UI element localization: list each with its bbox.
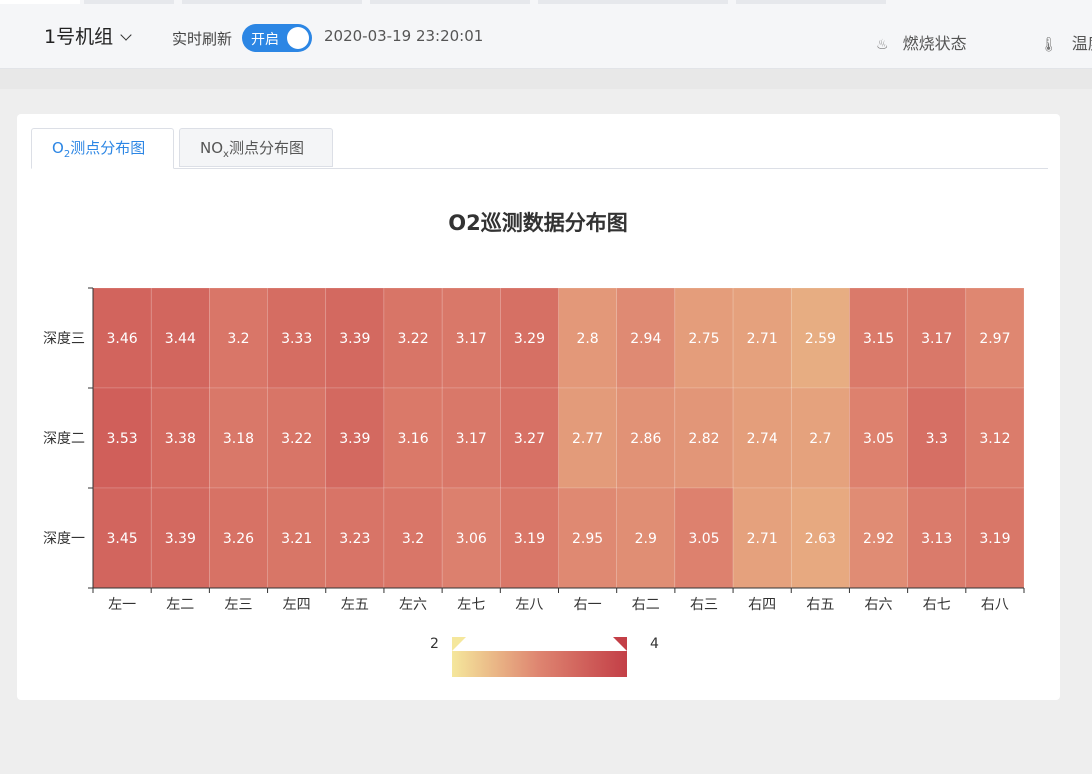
visual-map-min-label: 2 (430, 636, 439, 652)
x-tick-label: 右七 (923, 597, 951, 613)
heatmap-cell-label: 3.12 (979, 431, 1010, 447)
heatmap-cell-label: 3.3 (926, 431, 948, 447)
heatmap-cell-label: 2.75 (688, 331, 719, 347)
x-tick-label: 右一 (574, 597, 602, 613)
heatmap-cell-label: 3.17 (456, 331, 487, 347)
heatmap-cell-label: 3.44 (165, 331, 196, 347)
heatmap-cell-label: 2.97 (979, 331, 1010, 347)
flame-icon: ♨ (876, 37, 889, 53)
heatmap-cell-label: 3.16 (397, 431, 428, 447)
heatmap-cell-label: 2.9 (635, 531, 657, 547)
x-tick-label: 左八 (515, 597, 543, 613)
heatmap-cell-label: 3.17 (921, 331, 952, 347)
toggle-knob (287, 27, 309, 49)
refresh-toggle[interactable]: 开启 (242, 24, 312, 52)
x-tick-label: 右六 (865, 597, 893, 613)
x-tick-label: 左五 (341, 597, 369, 613)
visual-map-bar (452, 651, 627, 677)
unit-selector-label: 1号机组 (44, 26, 114, 48)
refresh-label: 实时刷新 (172, 30, 233, 48)
heatmap-cell-label: 3.39 (165, 531, 196, 547)
temperature-link[interactable]: 🌡 温度 (1040, 30, 1092, 54)
heatmap-cell-label: 2.63 (805, 531, 836, 547)
heatmap-cell-label: 2.59 (805, 331, 836, 347)
unit-selector[interactable]: 1号机组 (44, 22, 132, 49)
o2-heatmap-chart: O2巡测数据分布图3.46 3.44 3.2 3.33 3.39 3.22 3.17 3.29… (43, 211, 1025, 677)
toolbar-band (0, 69, 1092, 89)
heatmap-cell-label: 2.77 (572, 431, 603, 447)
y-tick-label: 深度三 (43, 331, 85, 347)
x-tick-label: 左三 (224, 597, 252, 613)
heatmap-cell-label: 3.19 (514, 531, 545, 547)
heatmap-cell-label: 3.26 (223, 531, 254, 547)
heatmap-cell-label: 3.21 (281, 531, 312, 547)
chart-title: O2巡测数据分布图 (448, 211, 627, 235)
heatmap-cell-label: 3.19 (979, 531, 1010, 547)
browser-tab-strip (0, 0, 1092, 4)
x-tick-label: 左一 (108, 597, 136, 613)
heatmap-cell-label: 2.82 (688, 431, 719, 447)
chart-card: O2测点分布图 NOx测点分布图 O2巡测数据分布图 3.46 3.44 3.2 3.3… (17, 114, 1060, 700)
x-tick-label: 右三 (690, 597, 718, 613)
heatmap-cell-label: 2.95 (572, 531, 603, 547)
x-tick-label: 左七 (457, 597, 485, 613)
heatmap-cell-label: 2.86 (630, 431, 661, 447)
thermometer-icon: 🌡 (1040, 37, 1058, 53)
heatmap-cell-label: 3.17 (456, 431, 487, 447)
heatmap-cell-label: 3.06 (456, 531, 487, 547)
heatmap-cell-label: 3.18 (223, 431, 254, 447)
heatmap-cell-label: 3.53 (107, 431, 138, 447)
x-tick-label: 左二 (166, 597, 194, 613)
y-tick-label: 深度一 (43, 531, 85, 547)
heatmap-cell-label: 3.05 (863, 431, 894, 447)
heatmap-cell-label: 3.29 (514, 331, 545, 347)
heatmap-cell-label: 2.7 (809, 431, 831, 447)
heatmap-cell-label: 3.22 (281, 431, 312, 447)
heatmap-cell-label: 3.05 (688, 531, 719, 547)
heatmap-cell-label: 3.38 (165, 431, 196, 447)
visual-map-handle-max (613, 637, 627, 651)
chevron-down-icon (120, 29, 132, 41)
heatmap-cell-label: 3.33 (281, 331, 312, 347)
heatmap-cell-label: 3.2 (227, 331, 249, 347)
top-bar: 1号机组 实时刷新 开启 2020-03-19 23:20:01 ♨ 燃烧状态 🌡… (0, 0, 1092, 69)
visual-map-max-label: 4 (650, 636, 659, 652)
heatmap-cell-label: 3.22 (397, 331, 428, 347)
temperature-label: 温度 (1071, 34, 1092, 53)
heatmap-cell-label: 2.94 (630, 331, 661, 347)
heatmap-cell-label: 3.23 (339, 531, 370, 547)
heatmap-cell-label: 2.71 (747, 331, 778, 347)
y-tick-label: 深度二 (43, 431, 85, 447)
x-tick-label: 右五 (806, 597, 834, 613)
combustion-status-link[interactable]: ♨ 燃烧状态 (876, 30, 967, 54)
visual-map-handle-min (452, 637, 466, 651)
datetime-display: 2020-03-19 23:20:01 (324, 27, 484, 45)
heatmap-cell-label: 3.45 (107, 531, 138, 547)
heatmap-cell-label: 2.8 (576, 331, 598, 347)
heatmap-cell-label: 3.13 (921, 531, 952, 547)
x-tick-label: 右八 (981, 597, 1009, 613)
combustion-status-label: 燃烧状态 (902, 34, 967, 53)
heatmap-cell-label: 2.71 (747, 531, 778, 547)
heatmap-cell-label: 2.92 (863, 531, 894, 547)
x-tick-label: 左四 (283, 597, 311, 613)
x-tick-label: 右二 (632, 597, 660, 613)
heatmap-cell-label: 3.2 (402, 531, 424, 547)
heatmap-cell-label: 3.27 (514, 431, 545, 447)
heatmap-cell-label: 3.15 (863, 331, 894, 347)
heatmap-cell-label: 3.46 (107, 331, 138, 347)
x-tick-label: 右四 (748, 597, 776, 613)
heatmap-cell-label: 3.39 (339, 331, 370, 347)
heatmap-cell-label: 3.39 (339, 431, 370, 447)
heatmap-cell-label: 2.74 (747, 431, 778, 447)
toggle-label: 开启 (251, 32, 279, 48)
x-tick-label: 左六 (399, 597, 427, 613)
